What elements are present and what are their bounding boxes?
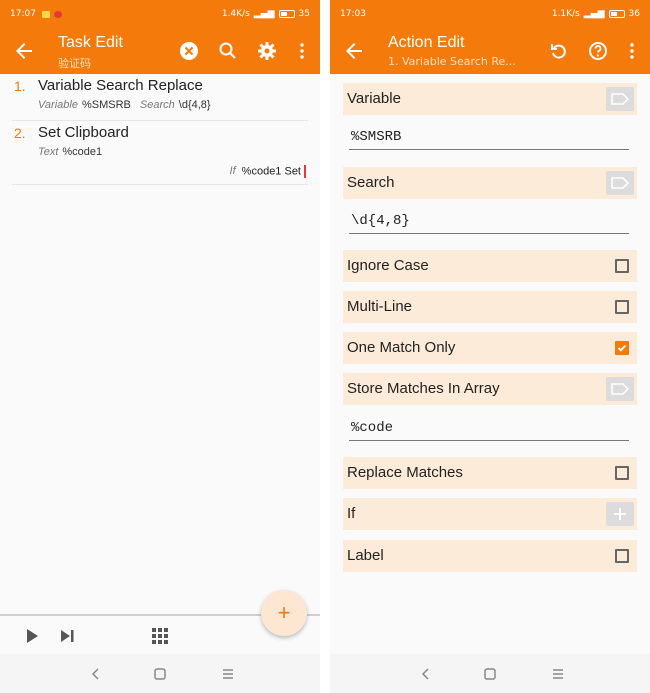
page-title: Action Edit	[388, 34, 465, 51]
store-matches-input[interactable]: %code	[349, 417, 629, 441]
condition-value: %code1 Set	[241, 165, 301, 178]
multi-line-label: Multi-Line	[347, 298, 413, 315]
store-matches-row: Store Matches In Array	[343, 373, 637, 405]
label-label: Label	[347, 547, 384, 564]
overflow-menu-icon[interactable]	[620, 39, 644, 63]
battery-level: 35	[298, 9, 310, 19]
one-match-only-checkbox[interactable]	[615, 341, 629, 355]
nav-back-icon[interactable]	[88, 666, 104, 682]
page-title: Task Edit	[58, 34, 123, 51]
search-value: \d{4,8}	[351, 213, 410, 229]
network-speed: 1.4K/s	[221, 9, 250, 19]
variable-value: %SMSRB	[351, 129, 402, 145]
settings-gear-icon[interactable]	[255, 39, 279, 63]
search-icon[interactable]	[216, 39, 240, 63]
message-icon	[41, 10, 50, 18]
nav-back-icon[interactable]	[418, 666, 434, 682]
ignore-case-row[interactable]: Ignore Case	[343, 250, 637, 282]
store-matches-value: %code	[351, 420, 394, 436]
screen-divider	[320, 0, 330, 693]
status-time: 17:07	[10, 9, 36, 19]
param-value: %code1	[62, 146, 103, 158]
nav-home-icon[interactable]	[152, 666, 168, 682]
add-action-button[interactable]: +	[261, 590, 307, 636]
replace-matches-checkbox[interactable]	[615, 466, 629, 480]
action-item-1[interactable]: 1. Variable Search Replace Variable %SMSR…	[12, 74, 308, 121]
ignore-case-label: Ignore Case	[347, 257, 429, 274]
condition-label: If	[229, 165, 236, 178]
nav-recents-icon[interactable]	[220, 666, 236, 682]
param-label: Variable	[38, 99, 78, 111]
help-icon[interactable]	[586, 39, 610, 63]
back-arrow-icon[interactable]	[342, 39, 366, 63]
battery-level: 36	[628, 9, 640, 19]
search-row: Search	[343, 167, 637, 199]
action-condition: If %code1 Set	[230, 165, 306, 178]
signal-icon: ▂▄▆	[253, 9, 275, 19]
param-value: %SMSRB	[81, 99, 131, 111]
task-edit-screen: 17:07 1.4K/s ▂▄▆ 35 Task Edit 验证码 1. Var…	[0, 0, 320, 693]
action-edit-screen: 17:03 1.1K/s ▂▄▆ 36 Action Edit 1. Varia…	[330, 0, 650, 693]
search-label: Search	[347, 174, 395, 191]
search-tag-icon[interactable]	[606, 171, 634, 195]
action-name: Variable Search Replace	[38, 77, 203, 94]
variable-row: Variable	[343, 83, 637, 115]
label-row[interactable]: Label	[343, 540, 637, 572]
battery-icon	[278, 10, 295, 18]
status-time: 17:03	[340, 9, 366, 19]
param-label: Text	[38, 146, 59, 158]
replace-matches-label: Replace Matches	[347, 464, 463, 481]
signal-icon: ▂▄▆	[583, 9, 605, 19]
overflow-menu-icon[interactable]	[290, 39, 314, 63]
action-item-2[interactable]: 2. Set Clipboard Text %code1 If %code1 Set	[12, 121, 308, 185]
reset-icon[interactable]	[547, 39, 571, 63]
store-matches-label: Store Matches In Array	[347, 380, 500, 397]
system-nav-bar	[0, 654, 320, 693]
param-value: \d{4,8}	[178, 99, 211, 111]
variable-label: Variable	[347, 90, 401, 107]
search-input[interactable]: \d{4,8}	[349, 210, 629, 234]
grid-icon[interactable]	[150, 626, 170, 646]
param-label: Search	[139, 99, 175, 111]
back-arrow-icon[interactable]	[12, 39, 36, 63]
step-forward-icon[interactable]	[57, 626, 77, 646]
status-bar: 17:03 1.1K/s ▂▄▆ 36	[330, 0, 650, 28]
status-bar: 17:07 1.4K/s ▂▄▆ 35	[0, 0, 320, 28]
cancel-icon[interactable]	[177, 39, 201, 63]
app-notification-icon	[53, 10, 62, 18]
one-match-only-row[interactable]: One Match Only	[343, 332, 637, 364]
notification-icons	[41, 10, 62, 18]
action-number: 2.	[14, 125, 26, 141]
page-subtitle: 1. Variable Search Re...	[388, 55, 516, 68]
nav-recents-icon[interactable]	[550, 666, 566, 682]
app-bar: Task Edit 验证码	[0, 28, 320, 74]
if-row: If	[343, 498, 637, 530]
play-icon[interactable]	[22, 626, 42, 646]
action-params: Text %code1	[38, 146, 108, 158]
multi-line-checkbox[interactable]	[615, 300, 629, 314]
label-checkbox[interactable]	[615, 549, 629, 563]
action-list: 1. Variable Search Replace Variable %SMSR…	[0, 74, 320, 185]
multi-line-row[interactable]: Multi-Line	[343, 291, 637, 323]
replace-matches-row[interactable]: Replace Matches	[343, 457, 637, 489]
action-number: 1.	[14, 78, 26, 94]
app-bar: Action Edit 1. Variable Search Re...	[330, 28, 650, 74]
variable-tag-icon[interactable]	[606, 87, 634, 111]
battery-icon	[608, 10, 625, 18]
store-matches-tag-icon[interactable]	[606, 377, 634, 401]
one-match-only-label: One Match Only	[347, 339, 456, 356]
nav-home-icon[interactable]	[482, 666, 498, 682]
text-cursor	[304, 165, 306, 178]
variable-input[interactable]: %SMSRB	[349, 126, 629, 150]
add-condition-icon[interactable]	[606, 502, 634, 526]
if-label: If	[347, 505, 356, 522]
ignore-case-checkbox[interactable]	[615, 259, 629, 273]
network-speed: 1.1K/s	[551, 9, 580, 19]
action-params: Variable %SMSRB Search \d{4,8}	[38, 99, 217, 111]
system-nav-bar	[330, 654, 650, 693]
action-name: Set Clipboard	[38, 124, 129, 141]
